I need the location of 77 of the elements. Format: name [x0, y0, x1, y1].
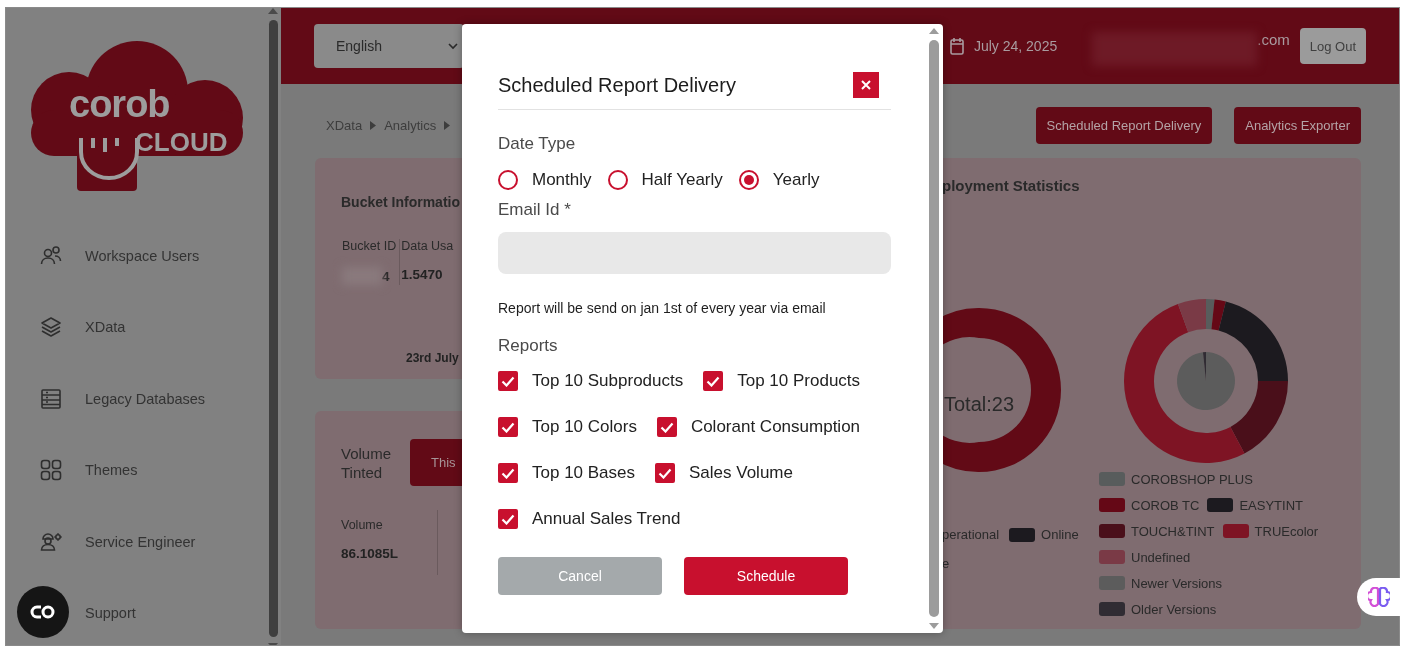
sidebar-item[interactable]: Support	[85, 605, 136, 622]
field-label: Email Id *	[498, 200, 572, 220]
checkbox[interactable]	[655, 463, 675, 483]
sidebar-item[interactable]: Service Engineer	[85, 533, 196, 550]
checkbox-label[interactable]: Annual Sales Trend	[532, 509, 681, 529]
checkbox[interactable]	[703, 371, 724, 391]
scroll-down-arrow-icon[interactable]	[929, 623, 939, 629]
database-icon	[39, 386, 63, 411]
stat-value: 86.1085L	[341, 546, 400, 561]
sidebar-item[interactable]: Legacy Databases	[85, 390, 206, 407]
radio-button[interactable]	[498, 170, 518, 190]
sidebar-item[interactable]: Workspace Users	[85, 247, 200, 264]
checkbox[interactable]	[656, 417, 677, 437]
radio-button[interactable]	[607, 170, 628, 190]
checkbox-label[interactable]: Top 10 Subproducts	[532, 371, 684, 391]
logout-button[interactable]: Log Out	[1299, 28, 1366, 64]
total-label: Total:23	[944, 393, 1015, 416]
language-select[interactable]: English	[314, 24, 464, 68]
legend-label: COROBSHOP PLUS	[1131, 471, 1253, 487]
grid-icon	[39, 458, 63, 483]
legend-label: Undefined	[1131, 549, 1191, 565]
field-label: Date Type	[498, 134, 577, 154]
legend-label: Newer Versions	[1131, 575, 1223, 591]
action-button[interactable]: Scheduled Report Delivery	[1035, 107, 1213, 144]
card-title: Volume Tinted	[341, 443, 393, 482]
date-text: 23rd July	[406, 351, 459, 365]
radio-label[interactable]: Monthly	[532, 170, 592, 190]
radio-label[interactable]: Yearly	[772, 170, 820, 190]
stat-value: 1.5470	[401, 267, 443, 282]
radio-label[interactable]: Half Yearly	[641, 170, 723, 190]
calendar-icon	[949, 37, 964, 55]
legend-label: TOUCH&TINT	[1131, 523, 1215, 539]
scrollbar-thumb[interactable]	[268, 20, 278, 637]
checkbox[interactable]	[498, 371, 518, 391]
stat-label: Volume	[341, 518, 384, 532]
action-button[interactable]: Analytics Exporter	[1234, 107, 1361, 144]
legend-label: perational	[942, 527, 1000, 542]
legend-label: e	[942, 556, 950, 571]
legend-label: Online	[1041, 527, 1079, 542]
caret-icon	[444, 121, 451, 130]
scroll-up-arrow-icon[interactable]	[929, 28, 939, 34]
checkbox-label[interactable]: Top 10 Bases	[532, 463, 635, 483]
chevron-down-icon	[448, 42, 458, 50]
close-icon	[861, 80, 871, 90]
logo-text: corob	[69, 85, 170, 123]
sidebar-item[interactable]: XData	[85, 319, 126, 336]
email-text: .com	[1257, 31, 1290, 48]
assistant-button[interactable]	[1357, 578, 1400, 616]
logo-text: CLOUD	[135, 129, 228, 155]
checkbox[interactable]	[498, 463, 518, 483]
stat-value: 4	[382, 268, 390, 284]
legend-label: COROB TC	[1131, 497, 1200, 513]
scrollbar-thumb[interactable]	[929, 40, 939, 617]
date-text: July 24, 2025	[973, 38, 1058, 54]
legend-label: EASYTINT	[1239, 497, 1303, 513]
sidebar-item[interactable]: Themes	[85, 462, 138, 479]
caret-icon	[370, 121, 377, 130]
legend-label: TRUEcolor	[1254, 523, 1319, 539]
checkbox-label[interactable]: Top 10 Colors	[532, 417, 637, 437]
stat-label: Data Usa	[401, 239, 454, 253]
brain-icon	[1367, 587, 1390, 607]
stat-label: Bucket ID	[342, 239, 397, 253]
card-title: Bucket Informatio	[341, 194, 461, 210]
checkbox[interactable]	[498, 417, 518, 437]
layers-icon	[39, 315, 63, 340]
legend-label: Older Versions	[1131, 601, 1217, 617]
checkbox[interactable]	[498, 509, 518, 529]
checkbox-label[interactable]: Top 10 Products	[737, 371, 861, 391]
field-label: Reports	[498, 336, 559, 356]
dialog-title: Scheduled Report Delivery	[498, 73, 736, 97]
schedule-button[interactable]: Schedule	[684, 557, 848, 595]
checkbox-label[interactable]: Colorant Consumption	[690, 417, 861, 437]
radio-button[interactable]	[738, 170, 759, 190]
note-text: Report will be send on jan 1st of every year via email	[498, 300, 827, 316]
checkbox-label[interactable]: Sales Volume	[689, 463, 793, 483]
card-title: ployment Statistics	[942, 177, 1081, 196]
close-button[interactable]	[853, 72, 879, 98]
